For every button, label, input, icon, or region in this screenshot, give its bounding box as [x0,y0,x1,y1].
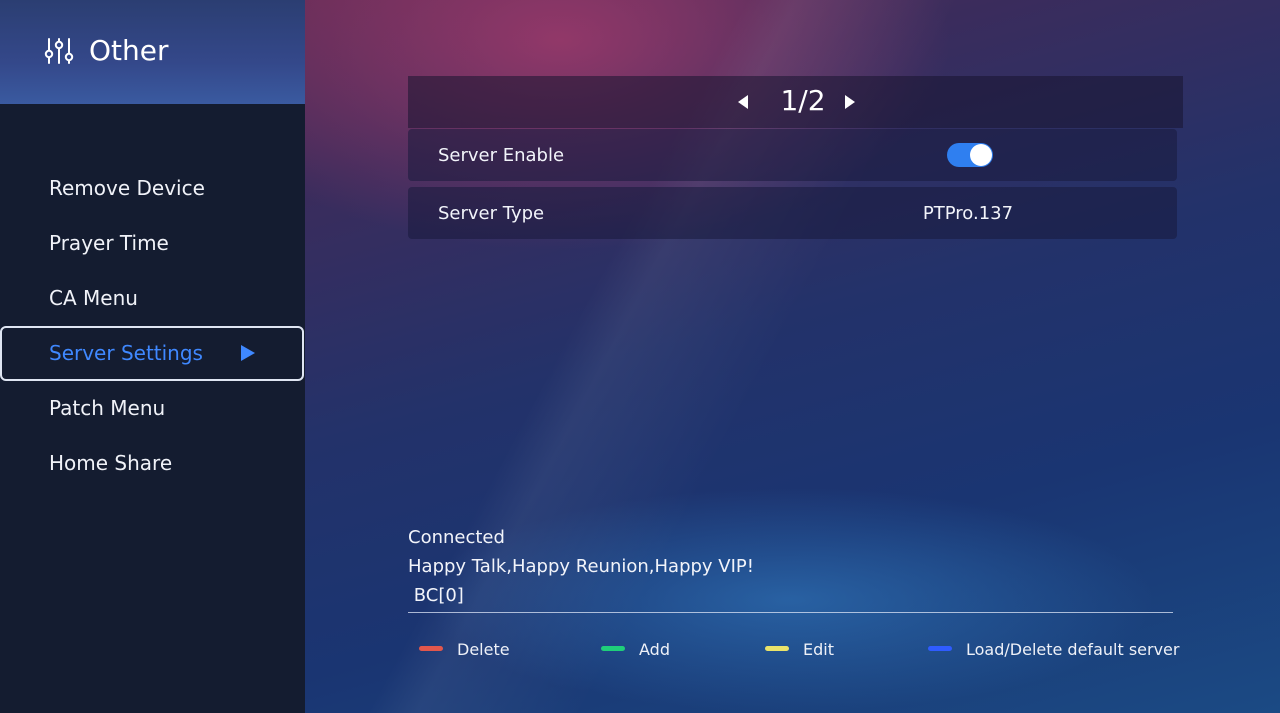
sidebar-item-label: Remove Device [49,176,205,200]
sidebar-item-label: Prayer Time [49,231,169,255]
triangle-right-icon[interactable] [844,94,856,110]
divider [408,612,1173,613]
sliders-icon [44,38,74,64]
sidebar-item-server-settings[interactable]: Server Settings [0,326,304,381]
toggle-knob [970,144,992,166]
legend-label: Delete [457,640,510,659]
sidebar-item-label: Patch Menu [49,396,166,420]
sidebar-item-ca-menu[interactable]: CA Menu [0,271,304,326]
server-type-row[interactable]: Server Type PTPro.137 [408,187,1177,239]
sidebar-item-prayer-time[interactable]: Prayer Time [0,216,304,271]
legend-label: Add [639,640,670,659]
play-arrow-icon [241,345,255,361]
server-enable-toggle[interactable] [947,143,993,167]
sidebar-item-remove-device[interactable]: Remove Device [0,161,304,216]
legend-label: Load/Delete default server [966,640,1180,659]
sidebar-header: Other [0,0,305,104]
server-enable-row[interactable]: Server Enable [408,129,1177,181]
connection-status: Connected [408,527,505,548]
status-message: Happy Talk,Happy Reunion,Happy VIP! [408,556,754,577]
page-number: 1/2 [780,84,826,117]
triangle-left-icon[interactable] [737,94,749,110]
status-code: BC[0] [408,585,464,606]
server-enable-label: Server Enable [438,145,565,166]
sidebar-item-home-share[interactable]: Home Share [0,436,304,491]
red-key-icon [419,646,443,651]
sidebar-item-label: CA Menu [49,286,138,310]
sidebar-item-label: Server Settings [49,341,203,365]
server-type-label: Server Type [438,203,545,224]
green-key-icon [601,646,625,651]
blue-key-icon [928,646,952,651]
page-indicator: 1/2 [408,76,1183,128]
yellow-key-icon [765,646,789,651]
server-type-value: PTPro.137 [922,203,1014,224]
sidebar-item-patch-menu[interactable]: Patch Menu [0,381,304,436]
legend-label: Edit [803,640,834,659]
sidebar-title: Other [89,34,169,67]
sidebar-item-label: Home Share [49,451,173,475]
sidebar: Other Remove Device Prayer Time CA Menu … [0,0,305,713]
